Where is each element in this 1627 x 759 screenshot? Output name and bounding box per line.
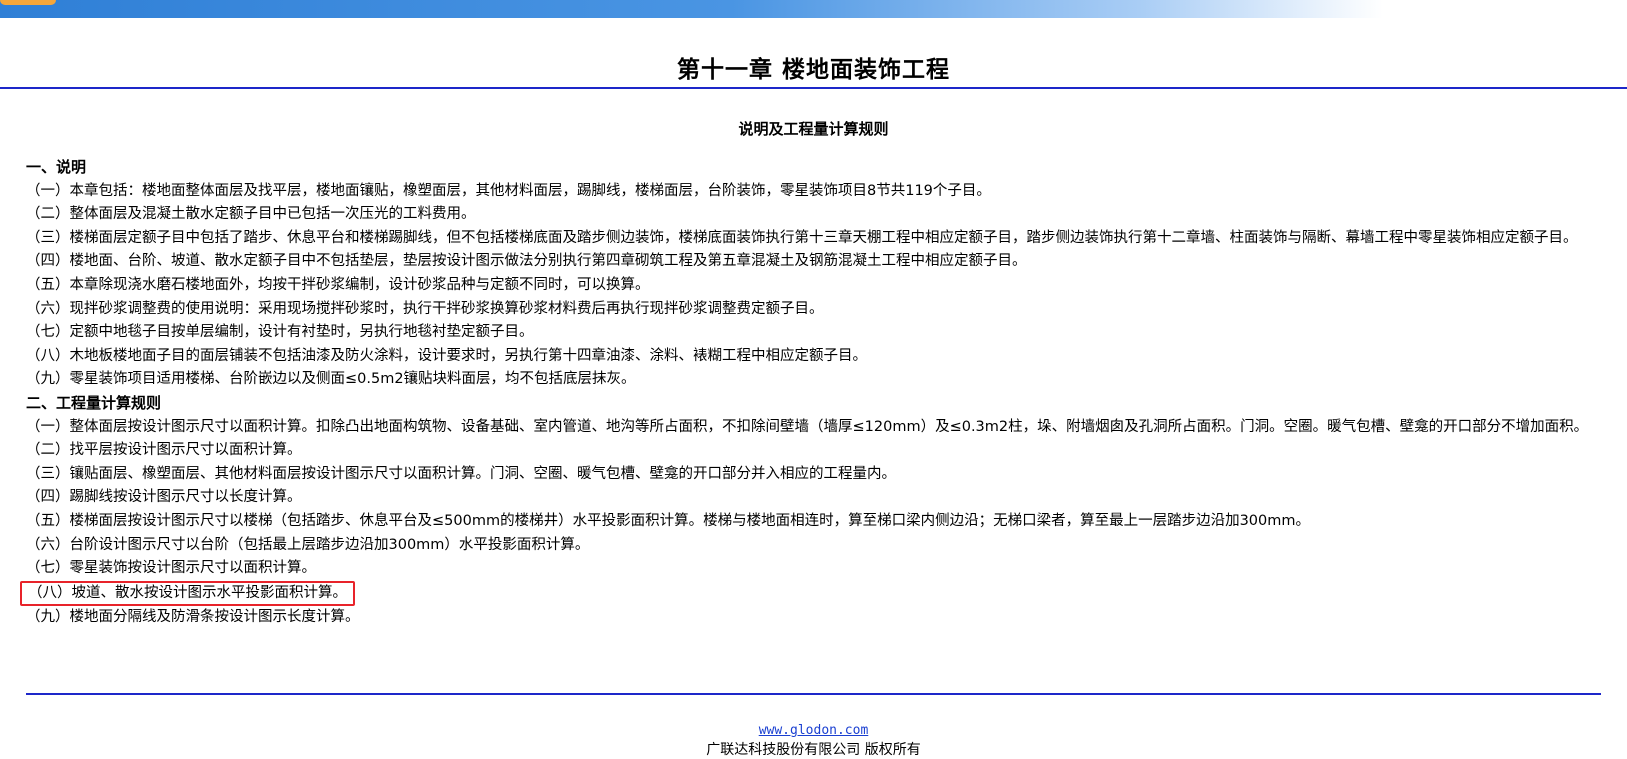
rule-item: （二）找平层按设计图示尺寸以面积计算。 [26, 442, 302, 459]
rule-item: （一）整体面层按设计图示尺寸以面积计算。扣除凸出地面构筑物、设备基础、室内管道、… [26, 418, 1589, 435]
rule-item: （五）楼梯面层按设计图示尺寸以楼梯（包括踏步、休息平台及≤500mm的楼梯井）水… [26, 512, 1310, 529]
section-heading-rules: 二、工程量计算规则 [26, 393, 162, 412]
rule-item: （六）台阶设计图示尺寸以台阶（包括最上层踏步边沿加300mm）水平投影面积计算。 [26, 536, 590, 553]
explanation-item: （九）零星装饰项目适用楼梯、台阶嵌边以及侧面≤0.5m2镶贴块料面层，均不包括底… [26, 371, 636, 388]
rule-item: （九）楼地面分隔线及防滑条按设计图示长度计算。 [26, 608, 360, 625]
document-body: 一、说明 （一）本章包括：楼地面整体面层及找平层，楼地面镶贴，橡塑面层，其他材料… [20, 156, 1601, 629]
section-heading-explanation: 一、说明 [26, 158, 87, 176]
rule-item: （三）镶贴面层、橡塑面层、其他材料面层按设计图示尺寸以面积计算。门洞、空圈、暖气… [26, 465, 896, 482]
highlight-box: （八）坡道、散水按设计图示水平投影面积计算。 [20, 580, 355, 606]
website-link[interactable]: www.glodon.com [0, 723, 1627, 738]
footer-divider [26, 693, 1601, 695]
explanation-item: （二）整体面层及混凝土散水定额子目中已包括一次压光的工料费用。 [26, 206, 476, 223]
chapter-title: 第十一章 楼地面装饰工程 [676, 56, 950, 83]
rule-item-highlighted: （八）坡道、散水按设计图示水平投影面积计算。 [20, 580, 1601, 606]
explanation-item: （六）现拌砂浆调整费的使用说明：采用现场搅拌砂浆时，执行干拌砂浆换算砂浆材料费后… [26, 300, 824, 317]
rule-item: （七）零星装饰按设计图示尺寸以面积计算。 [26, 560, 316, 577]
top-bar-tab-button[interactable] [0, 0, 56, 5]
explanation-item: （三）楼梯面层定额子目中包括了踏步、休息平台和楼梯踢脚线，但不包括楼梯底面及踏步… [26, 229, 1578, 246]
explanation-item: （一）本章包括：楼地面整体面层及找平层，楼地面镶贴，橡塑面层，其他材料面层，踢脚… [26, 182, 991, 199]
explanation-item: （七）定额中地毯子目按单层编制，设计有衬垫时，另执行地毯衬垫定额子目。 [26, 324, 534, 341]
explanation-item: （五）本章除现浇水磨石楼地面外，均按干拌砂浆编制，设计砂浆品种与定额不同时，可以… [26, 276, 650, 293]
copyright-text: 广联达科技股份有限公司 版权所有 [706, 742, 921, 758]
title-divider [0, 87, 1627, 89]
rule-item: （四）踢脚线按设计图示尺寸以长度计算。 [26, 489, 302, 506]
section-subtitle: 说明及工程量计算规则 [738, 120, 889, 138]
explanation-item: （八）木地板楼地面子目的面层铺装不包括油漆及防火涂料，设计要求时，另执行第十四章… [26, 347, 867, 364]
browser-top-bar [0, 0, 1627, 18]
explanation-item: （四）楼地面、台阶、坡道、散水定额子目中不包括垫层，垫层按设计图示做法分别执行第… [26, 253, 1027, 270]
